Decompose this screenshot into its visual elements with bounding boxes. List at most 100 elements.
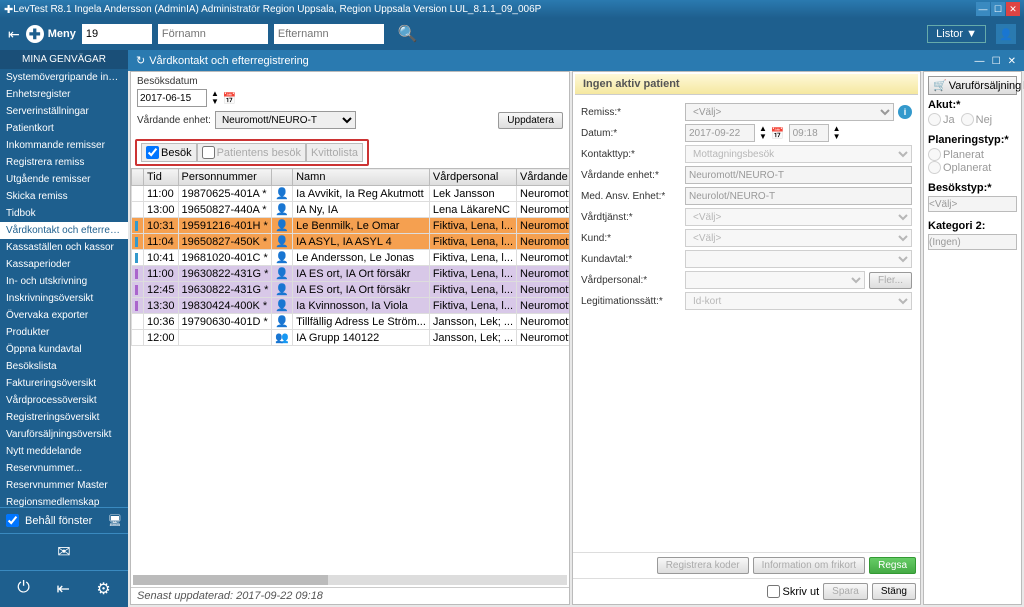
sidebar-item[interactable]: Enhetsregister xyxy=(0,86,128,103)
minimize-button[interactable]: — xyxy=(976,2,990,16)
sidebar-item[interactable]: Kassaperioder xyxy=(0,256,128,273)
table-row[interactable]: 13:3019830424-400K *👤Ia Kvinnosson, Ia V… xyxy=(132,298,570,314)
vardande-enhet-select[interactable]: Neuromott/NEURO-T xyxy=(215,111,356,129)
sidebar-item[interactable]: Nytt meddelande xyxy=(0,443,128,460)
sidebar-item[interactable]: Vårdprocessöversikt xyxy=(0,392,128,409)
sidebar-item[interactable]: Patientkort xyxy=(0,120,128,137)
sidebar-item[interactable]: Inskrivningsöversikt xyxy=(0,290,128,307)
besok-toggle[interactable]: Besök xyxy=(141,143,197,162)
enamn-input[interactable] xyxy=(274,24,384,44)
planerat-radio[interactable]: Planerat xyxy=(928,148,1017,161)
sidebar-item[interactable]: Kassaställen och kassor xyxy=(0,239,128,256)
sidebar-item[interactable]: Öppna kundavtal xyxy=(0,341,128,358)
akut-nej[interactable]: Nej xyxy=(961,113,993,126)
sidebar-item[interactable]: In- och utskrivning xyxy=(0,273,128,290)
time-input[interactable] xyxy=(789,124,829,142)
table-row[interactable]: 10:3119591216-401H *👤Le Benmilk, Le Omar… xyxy=(132,218,570,234)
varuforsaljning-button[interactable]: 🛒Varuförsäljning❐ xyxy=(928,76,1017,95)
akut-ja[interactable]: Ja xyxy=(928,113,955,126)
tab-min-icon[interactable]: — xyxy=(975,56,985,67)
oplanerat-radio[interactable]: Oplanerat xyxy=(928,161,1017,174)
kund-select: <Välj> xyxy=(685,229,912,247)
column-header[interactable]: Namn xyxy=(293,169,430,186)
sidebar-item[interactable]: Utgående remisser xyxy=(0,171,128,188)
tab-max-icon[interactable]: ☐ xyxy=(992,56,1001,67)
sidebar-item[interactable]: Serverinställningar xyxy=(0,103,128,120)
sidebar-item[interactable]: Systemövergripande inställnin... xyxy=(0,69,128,86)
sidebar-item[interactable]: Registrera remiss xyxy=(0,154,128,171)
meny-button[interactable]: ✚ Meny xyxy=(26,25,76,43)
sidebar-item[interactable]: Skicka remiss xyxy=(0,188,128,205)
table-row[interactable]: 11:0019870625-401A *👤Ia Avvikit, Ia Reg … xyxy=(132,186,570,202)
fnamn-input[interactable] xyxy=(158,24,268,44)
cart-icon: 🛒 xyxy=(933,79,947,92)
table-row[interactable]: 10:3619790630-401D *👤Tillfällig Adress L… xyxy=(132,314,570,330)
column-header[interactable] xyxy=(132,169,144,186)
h-scrollbar[interactable] xyxy=(133,575,567,585)
sidebar-item[interactable]: Regionsmedlemskap xyxy=(0,494,128,507)
sidebar-item[interactable]: Faktureringsöversikt xyxy=(0,375,128,392)
info-icon[interactable]: i xyxy=(898,105,912,119)
sidebar-item[interactable]: Produkter xyxy=(0,324,128,341)
stang-button[interactable]: Stäng xyxy=(872,583,916,600)
regsa-button[interactable]: Regsa xyxy=(869,557,916,574)
sidebar-header: MINA GENVÄGAR xyxy=(0,50,128,69)
behall-checkbox[interactable] xyxy=(6,514,19,527)
app-icon: ✚ xyxy=(4,3,13,16)
column-header[interactable]: Tid xyxy=(144,169,179,186)
uppdatera-button[interactable]: Uppdatera xyxy=(498,112,563,129)
maximize-button[interactable]: ☐ xyxy=(991,2,1005,16)
besokstyp-input xyxy=(928,196,1017,212)
reload-icon[interactable]: ↻ xyxy=(136,54,145,67)
datum-step[interactable]: ▲▼ xyxy=(759,125,767,141)
datum-stepper[interactable]: ▲▼ xyxy=(211,90,219,106)
search-icon[interactable]: 🔍 xyxy=(398,24,418,44)
sidebar-item[interactable]: Reservnummer... xyxy=(0,460,128,477)
close-button[interactable]: ✕ xyxy=(1006,2,1020,16)
sidebar-item[interactable]: Registreringsöversikt xyxy=(0,409,128,426)
sidebar-item[interactable]: Reservnummer Master xyxy=(0,477,128,494)
registrera-button: Registrera koder xyxy=(657,557,749,574)
skriv-ut-check[interactable]: Skriv ut xyxy=(767,583,819,600)
sidebar-item[interactable]: Tidbok xyxy=(0,205,128,222)
column-header[interactable] xyxy=(272,169,293,186)
sidebar-item[interactable]: Besökslista xyxy=(0,358,128,375)
datum-input[interactable] xyxy=(685,124,755,142)
tab-close-icon[interactable]: ✕ xyxy=(1008,56,1016,67)
mail-icon[interactable]: ✉ xyxy=(57,542,70,562)
kontakttyp-select: Mottagningsbesök xyxy=(685,145,912,163)
table-row[interactable]: 13:0019650827-440A *👤IA Ny, IALena Läkar… xyxy=(132,202,570,218)
user-icon[interactable]: 👤 xyxy=(996,24,1016,44)
table-row[interactable]: 12:00👥IA Grupp 140122Jansson, Lek; ...Ne… xyxy=(132,330,570,346)
table-row[interactable]: 12:4519630822-431G *👤IA ES ort, IA Ort f… xyxy=(132,282,570,298)
no-active-patient: Ingen aktiv patient xyxy=(575,74,918,95)
sidebar-item[interactable]: Övervaka exporter xyxy=(0,307,128,324)
user-icon: 👤 xyxy=(272,314,293,330)
column-header[interactable]: Vårdpersonal xyxy=(429,169,516,186)
calendar2-icon[interactable]: 📅 xyxy=(771,127,785,140)
table-row[interactable]: 10:4119681020-401C *👤Le Andersson, Le Jo… xyxy=(132,250,570,266)
kvittolista-toggle[interactable]: Kvittolista xyxy=(306,143,363,162)
fler-button: Fler... xyxy=(869,272,912,289)
calendar-icon[interactable]: 📅 xyxy=(223,92,237,105)
column-header[interactable]: Personnummer xyxy=(178,169,272,186)
column-header[interactable]: Vårdande enhet xyxy=(517,169,569,186)
patientens-toggle[interactable]: Patientens besök xyxy=(197,143,306,162)
back-button[interactable]: ⇤ xyxy=(8,26,20,43)
pnr-input[interactable] xyxy=(82,24,152,44)
sidebar-item[interactable]: Varuförsäljningsöversikt xyxy=(0,426,128,443)
user-icon: 👤 xyxy=(272,202,293,218)
time-step[interactable]: ▲▼ xyxy=(833,125,841,141)
table-row[interactable]: 11:0419650827-450K *👤IA ASYL, IA ASYL 4F… xyxy=(132,234,570,250)
sidebar-item[interactable]: Vårdkontakt och efterregistrering xyxy=(0,222,128,239)
power-icon[interactable]: ⏻ xyxy=(17,579,30,599)
legitimation-select: Id-kort xyxy=(685,292,912,310)
settings-icon[interactable]: ⚙ xyxy=(96,579,110,599)
besoksdatum-input[interactable] xyxy=(137,89,207,107)
listor-button[interactable]: Listor ▼ xyxy=(927,25,986,43)
remiss-select[interactable]: <Välj> xyxy=(685,103,894,121)
table-row[interactable]: 11:0019630822-431G *👤IA ES ort, IA Ort f… xyxy=(132,266,570,282)
window-title: LevTest R8.1 Ingela Andersson (AdminIA) … xyxy=(13,4,976,15)
logout-icon[interactable]: ⇤ xyxy=(56,579,69,599)
sidebar-item[interactable]: Inkommande remisser xyxy=(0,137,128,154)
